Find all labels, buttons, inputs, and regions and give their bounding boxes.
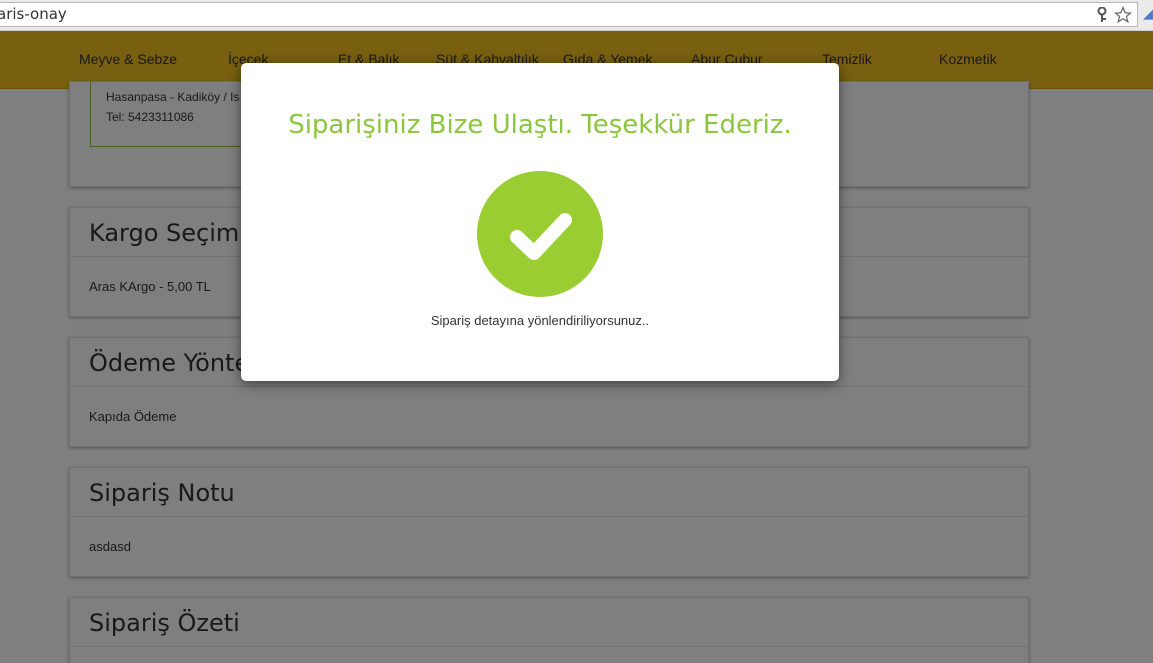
redirect-message: Sipariş detayına yönlendiriliyorsunuz.. [430, 313, 650, 328]
success-circle [477, 171, 603, 297]
browser-toolbar: aris-onay ◢ [0, 0, 1153, 31]
modal-title: Siparişiniz Bize Ulaştı. Teşekkür Ederiz… [288, 110, 792, 140]
bookmark-star-icon[interactable] [1114, 6, 1132, 24]
check-icon [510, 213, 572, 260]
menu-icon[interactable]: ◢ [1143, 4, 1153, 24]
address-text: aris-onay [0, 5, 67, 23]
order-success-modal: Siparişiniz Bize Ulaştı. Teşekkür Ederiz… [241, 63, 839, 381]
key-icon[interactable] [1093, 6, 1111, 24]
address-bar[interactable]: aris-onay [0, 2, 1138, 27]
